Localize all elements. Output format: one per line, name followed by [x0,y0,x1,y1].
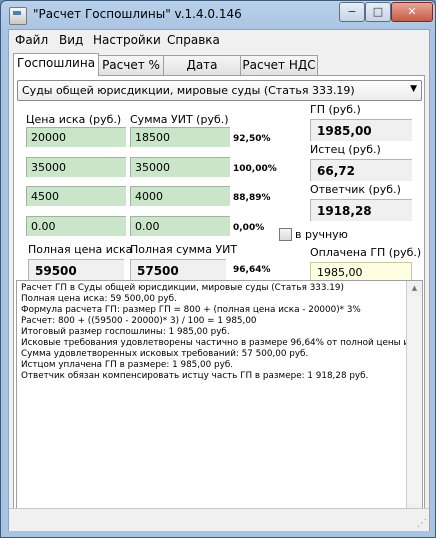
client-area: Файл Вид Настройки Справка Госпошлина Ра… [8,29,430,531]
close-button[interactable]: ✕ [391,2,433,22]
menu-bar: Файл Вид Настройки Справка [9,30,429,50]
gp-value: 1985,00 [310,119,412,141]
uit-sum-field-1[interactable]: 18500 [130,127,230,147]
log-line-2: Полная цена иска: 59 500,00 руб. [21,294,177,304]
maximize-button[interactable]: □ [365,2,391,22]
menu-help[interactable]: Справка [167,33,220,47]
menu-file[interactable]: Файл [15,33,48,47]
title-bar[interactable]: "Расчет Госпошлины" v.1.4.0.146 − □ ✕ [1,1,435,29]
manual-checkbox[interactable] [279,228,292,241]
log-scrollbar[interactable] [406,296,422,504]
log-line-9: Ответчик обязан компенсировать истцу час… [21,371,369,381]
total-percent: 96,64% [233,265,271,275]
total-uit-value: 57500 [130,259,226,281]
app-icon [9,7,27,25]
menu-settings[interactable]: Настройки [93,33,161,47]
uit-sum-field-4[interactable]: 0.00 [130,216,230,236]
uit-sum-field-3[interactable]: 4000 [130,186,230,206]
percent-3: 88,89% [233,193,271,203]
gosposhlina-panel: Суды общей юрисдикции, мировые суды (Ста… [13,75,425,523]
log-line-7: Сумма удовлетворенных исковых требований… [21,349,309,359]
claim-price-field-1[interactable]: 20000 [26,127,126,147]
total-claim-value: 59500 [28,259,124,281]
tab-interest-calc[interactable]: Расчет % [98,55,164,75]
plaintiff-value: 66,72 [310,159,412,181]
minimize-button[interactable]: − [339,2,365,22]
status-bar: ⋰ [9,508,429,531]
tab-date-service[interactable]: Дата сервис [163,55,241,90]
claim-price-field-3[interactable]: 4500 [26,186,126,206]
log-line-6: Исковые требования удовлетворены частичн… [21,338,423,348]
claim-price-label: Цена иска (руб.) [26,113,122,126]
defendant-label: Ответчик (руб.) [310,183,401,196]
log-line-4: Расчет: 800 + ((59500 - 20000)* 3) / 100… [21,316,257,326]
uit-sum-label: Сумма УИТ (руб.) [130,113,229,126]
court-type-select[interactable]: Суды общей юрисдикции, мировые суды (Ста… [17,80,422,101]
gp-label: ГП (руб.) [310,103,361,116]
paid-gp-label: Оплачена ГП (руб.) [310,246,422,259]
plaintiff-label: Истец (руб.) [310,143,381,156]
tab-strip: Госпошлина Расчет % Дата сервис Расчет Н… [13,53,425,90]
tab-vat-calc[interactable]: Расчет НДС [240,55,318,75]
manual-label: в ручную [295,228,348,241]
uit-sum-field-2[interactable]: 35000 [130,157,230,177]
percent-4: 0,00% [233,223,265,233]
resize-grip-icon[interactable]: ⋰ [417,518,427,529]
scroll-up-icon[interactable]: ▲ [406,281,422,296]
calculation-log[interactable]: Расчет ГП в Суды общей юрисдикции, миров… [16,280,423,520]
total-claim-label: Полная цена иска [28,243,133,256]
menu-view[interactable]: Вид [59,33,83,47]
percent-1: 92,50% [233,134,271,144]
paid-gp-field[interactable]: 1985,00 [310,262,412,282]
log-line-3: Формула расчета ГП: размер ГП = 800 + (п… [21,305,361,315]
total-uit-label: Полная сумма УИТ [130,243,238,256]
log-line-1: Расчет ГП в Суды общей юрисдикции, миров… [21,283,344,293]
court-type-value: Суды общей юрисдикции, мировые суды (Ста… [22,84,355,97]
log-line-5: Итоговый размер госпошлины: 1 985,00 руб… [21,327,230,337]
app-window: "Расчет Госпошлины" v.1.4.0.146 − □ ✕ Фа… [0,0,436,538]
claim-price-field-4[interactable]: 0.00 [26,216,126,236]
defendant-value: 1918,28 [310,199,412,221]
log-line-8: Истцом уплачена ГП в размере: 1 985,00 р… [21,360,234,370]
percent-2: 100,00% [233,164,277,174]
claim-price-field-2[interactable]: 35000 [26,157,126,177]
window-title: "Расчет Госпошлины" v.1.4.0.146 [33,7,242,21]
chevron-down-icon: ▼ [410,84,417,94]
tab-gosposhlina[interactable]: Госпошлина [13,53,99,76]
